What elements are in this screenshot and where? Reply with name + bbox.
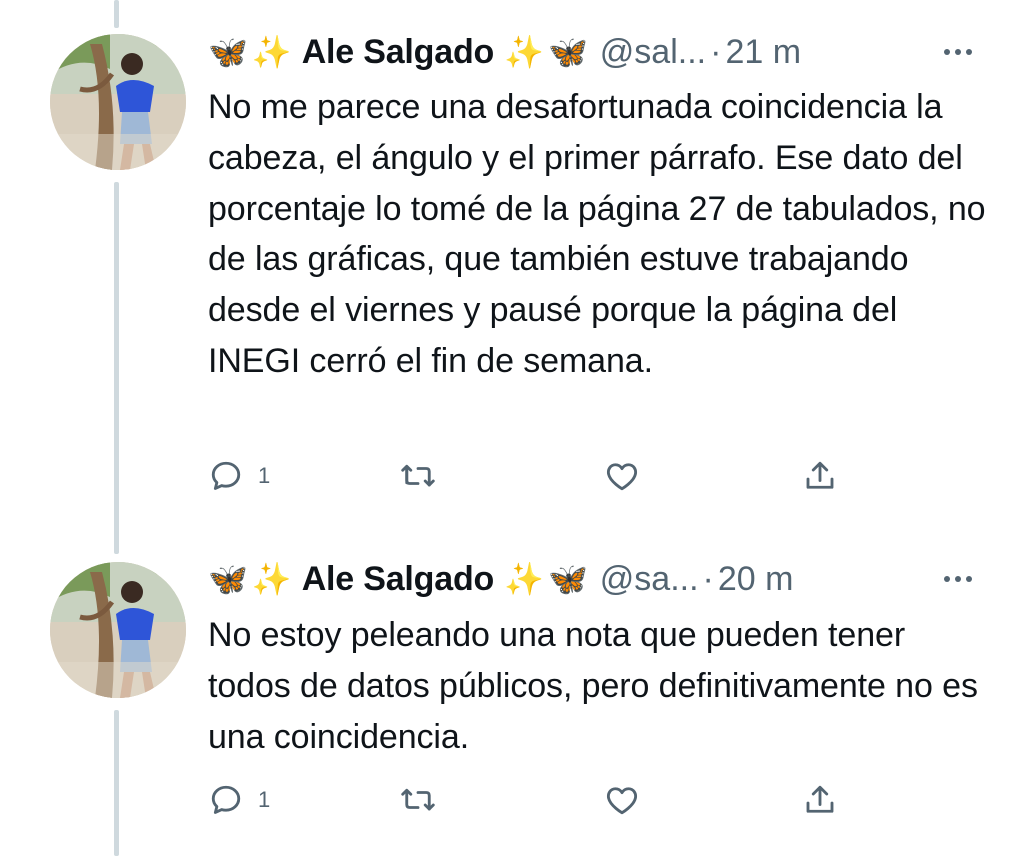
like-icon (606, 787, 638, 815)
share-icon (806, 461, 834, 489)
like-button[interactable] (604, 456, 640, 496)
tweet-text: No me parece una desafortunada coinciden… (208, 88, 986, 380)
reply-icon (211, 785, 241, 814)
author-handle[interactable]: @sa... (600, 560, 699, 599)
sparkles-icon: ✨ (504, 560, 544, 598)
retweet-button[interactable] (400, 456, 436, 496)
share-icon (806, 785, 834, 813)
retweet-button[interactable] (400, 780, 436, 820)
retweet-icon (401, 464, 435, 487)
timestamp[interactable]: 20 m (718, 560, 794, 599)
butterfly-icon: 🦋 (208, 560, 248, 598)
tweet-header: 🦋 ✨ Ale Salgado ✨ 🦋 @sal... · 21 m (208, 30, 801, 74)
butterfly-icon: 🦋 (208, 33, 248, 71)
reply-count: 1 (258, 463, 271, 488)
avatar[interactable] (50, 562, 186, 698)
author-name[interactable]: Ale Salgado (302, 560, 495, 599)
tweet-actions: 1 (208, 780, 848, 820)
more-icon[interactable] (944, 30, 972, 74)
sparkles-icon: ✨ (504, 33, 544, 71)
reply-button[interactable]: 1 (208, 456, 270, 496)
avatar[interactable] (50, 34, 186, 170)
tweet[interactable]: 🦋 ✨ Ale Salgado ✨ 🦋 @sal... · 21 m No me… (0, 0, 1024, 540)
retweet-icon (401, 788, 435, 811)
sparkles-icon: ✨ (251, 560, 292, 598)
reply-icon (211, 461, 241, 490)
avatar-image (50, 34, 186, 170)
reply-count: 1 (258, 787, 271, 812)
share-button[interactable] (802, 456, 838, 496)
like-button[interactable] (604, 780, 640, 820)
timestamp[interactable]: 21 m (725, 33, 801, 72)
tweet-text: No estoy peleando una nota que pueden te… (208, 616, 978, 756)
tweet-actions: 1 (208, 456, 848, 496)
like-icon (606, 463, 638, 491)
sparkles-icon: ✨ (251, 33, 292, 71)
tweet[interactable]: 🦋 ✨ Ale Salgado ✨ 🦋 @sa... · 20 m No est… (0, 540, 1024, 856)
separator-dot: · (702, 559, 714, 598)
share-button[interactable] (802, 780, 838, 820)
separator-dot: · (710, 32, 722, 71)
butterfly-icon: 🦋 (547, 560, 588, 598)
reply-button[interactable]: 1 (208, 780, 270, 820)
author-name[interactable]: Ale Salgado (302, 33, 495, 72)
tweet-header: 🦋 ✨ Ale Salgado ✨ 🦋 @sa... · 20 m (208, 557, 793, 601)
author-handle[interactable]: @sal... (600, 33, 706, 72)
butterfly-icon: 🦋 (547, 33, 588, 71)
more-icon[interactable] (944, 557, 972, 601)
avatar-image (50, 562, 186, 698)
